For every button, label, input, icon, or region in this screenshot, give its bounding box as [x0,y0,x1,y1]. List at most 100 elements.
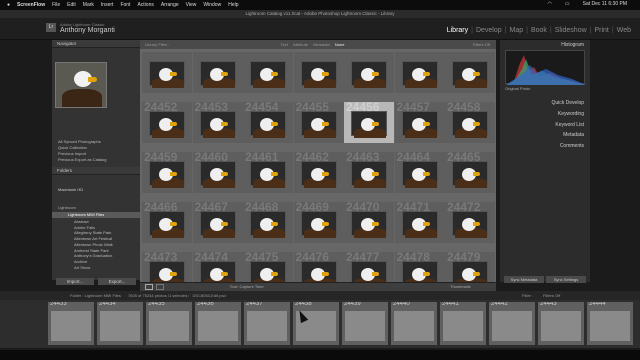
menu-edit[interactable]: Edit [67,2,76,8]
menu-view[interactable]: View [186,2,197,8]
keyword-list-header[interactable]: Keyword List [555,122,584,128]
grid-cell[interactable]: 24467 [192,202,243,243]
navigator-preview[interactable] [55,62,107,108]
grid-cell[interactable]: 24453 [192,102,243,143]
eagle-thumbnail[interactable] [149,211,185,238]
eagle-thumbnail[interactable] [199,111,236,138]
eagle-thumbnail[interactable] [351,161,387,188]
module-map[interactable]: Map [506,27,526,34]
grid-cell[interactable] [293,52,344,93]
grid-cell[interactable] [394,52,445,93]
grid-cell[interactable]: 24465 [445,152,495,193]
subfolder-item[interactable]: Art Show [74,265,113,271]
metadata-header[interactable]: Metadata [563,132,584,138]
loupe-view-icon[interactable] [156,284,164,290]
eagle-thumbnail[interactable] [452,111,488,138]
filmstrip-cell[interactable]: 24440 [391,302,437,345]
menu-arrange[interactable]: Arrange [161,2,179,8]
eagle-thumbnail[interactable] [452,161,488,188]
folders-header[interactable]: Folders [52,167,140,175]
grid-cell[interactable] [192,52,243,93]
eagle-thumbnail[interactable] [250,211,286,238]
grid-cell[interactable]: 24456 [344,102,394,143]
module-slideshow[interactable]: Slideshow [552,27,590,34]
module-develop[interactable]: Develop [473,27,505,34]
grid-cell[interactable]: 24469 [293,202,344,243]
eagle-thumbnail[interactable] [199,161,236,188]
eagle-thumbnail[interactable] [401,211,438,238]
filter-text[interactable]: Text [281,42,288,47]
eagle-thumbnail[interactable] [351,211,387,238]
eagle-thumbnail[interactable] [351,111,387,138]
module-web[interactable]: Web [614,27,634,34]
filmstrip-cell[interactable]: 24439 [342,302,388,345]
menu-mark[interactable]: Mark [83,2,94,8]
keywording-header[interactable]: Keywording [558,111,584,117]
subfolder-item[interactable]: Allentown Photo Walk [74,242,113,248]
grid-cell[interactable]: 24462 [293,152,344,193]
filmstrip-cell[interactable]: 24438 [293,302,339,345]
histogram-header[interactable]: Histogram [561,42,584,48]
module-print[interactable]: Print [591,27,611,34]
app-menu[interactable]: ScreenFlow [17,2,45,8]
grid-cell[interactable]: 24466 [142,202,192,243]
grid-cell[interactable]: 24459 [142,152,192,193]
apple-icon[interactable]: ● [7,2,10,8]
grid-cell[interactable]: 24458 [445,102,495,143]
wifi-icon[interactable]: ◠ [548,1,552,7]
export-button[interactable]: Export... [98,278,136,285]
sync-metadata-button[interactable]: Sync Metadata [504,276,544,283]
eagle-thumbnail[interactable] [300,211,337,238]
grid-cell[interactable] [142,52,192,93]
grid-cell[interactable]: 24471 [394,202,445,243]
menu-actions[interactable]: Actions [137,2,153,8]
filmstrip-cell[interactable]: 24443 [538,302,584,345]
filmstrip-filter-value[interactable]: Filters Off [543,291,560,300]
comments-header[interactable]: Comments [560,143,584,149]
sync-settings-button[interactable]: Sync Settings [546,276,586,283]
module-library[interactable]: Library [444,27,471,34]
sort-label[interactable]: Sort: Capture Time [230,284,264,289]
menu-font[interactable]: Font [120,2,130,8]
grid-cell[interactable]: 24454 [243,102,293,143]
filmstrip-path[interactable]: Folder : Lightroom MMI Files [70,293,121,298]
drive-row[interactable]: Lightroom [58,205,76,210]
eagle-thumbnail[interactable] [452,61,488,88]
menu-window[interactable]: Window [203,2,221,8]
grid-cell[interactable] [344,52,394,93]
grid-view-icon[interactable] [145,284,153,290]
folder-root[interactable]: Lightroom MMI Files [52,212,140,218]
filmstrip-cell[interactable]: 24441 [440,302,486,345]
filter-attribute[interactable]: Attribute [293,42,308,47]
filter-preset[interactable]: Filters Off [473,40,490,49]
filmstrip-cell[interactable]: 24444 [587,302,633,345]
module-book[interactable]: Book [528,27,550,34]
eagle-thumbnail[interactable] [250,111,286,138]
eagle-thumbnail[interactable] [300,111,337,138]
grid-cell[interactable]: 24472 [445,202,495,243]
eagle-thumbnail[interactable] [149,111,185,138]
grid-cell[interactable]: 24452 [142,102,192,143]
eagle-thumbnail[interactable] [401,61,438,88]
filter-none[interactable]: None [335,42,345,47]
eagle-thumbnail[interactable] [300,61,337,88]
filmstrip-cell[interactable]: 24434 [97,302,143,345]
grid-cell[interactable] [445,52,495,93]
menu-help[interactable]: Help [228,2,238,8]
quick-develop-header[interactable]: Quick Develop [551,100,584,106]
subfolder-item[interactable]: Allentown Art Festival [74,236,113,242]
eagle-thumbnail[interactable] [351,61,387,88]
eagle-thumbnail[interactable] [401,111,438,138]
eagle-thumbnail[interactable] [199,211,236,238]
eagle-thumbnail[interactable] [149,161,185,188]
eagle-thumbnail[interactable] [199,61,236,88]
battery-icon[interactable]: ▭ [565,1,570,7]
grid-cell[interactable] [243,52,293,93]
filmstrip-cell[interactable]: 24435 [146,302,192,345]
grid-cell[interactable]: 24457 [394,102,445,143]
eagle-thumbnail[interactable] [250,61,286,88]
filmstrip-cell[interactable]: 24436 [195,302,241,345]
volume-row[interactable]: Macintosh HD [58,187,83,192]
import-button[interactable]: Import... [56,278,94,285]
grid-cell[interactable]: 24464 [394,152,445,193]
